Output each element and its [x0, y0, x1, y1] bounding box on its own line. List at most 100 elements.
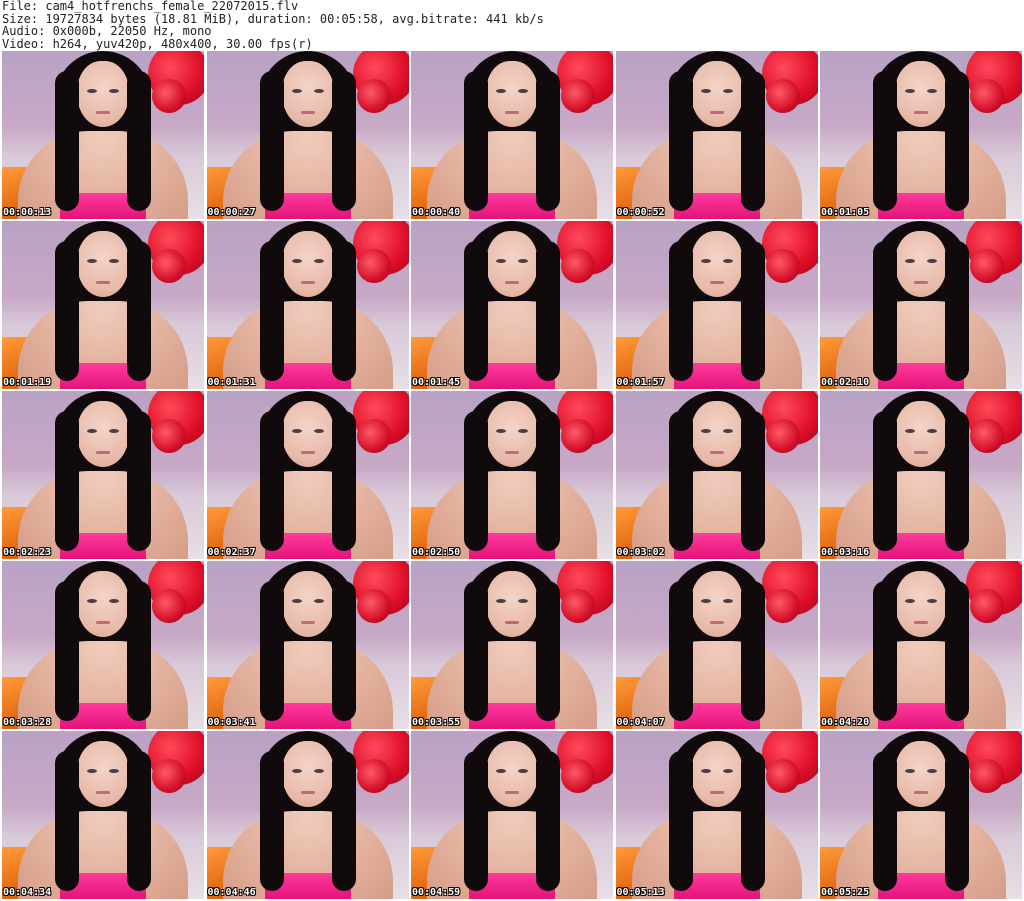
- thumbnail-timestamp: 00:01:45: [412, 377, 461, 388]
- thumbnail-timestamp: 00:00:52: [616, 207, 665, 218]
- eye: [927, 259, 937, 263]
- eye: [927, 89, 937, 93]
- mouth: [300, 791, 315, 794]
- red-decoration: [765, 759, 800, 793]
- thumbnail-timestamp: 00:00:27: [207, 207, 256, 218]
- eye: [109, 259, 119, 263]
- thumbnail-frame: 00:00:27: [206, 51, 409, 219]
- pink-top: [60, 363, 146, 389]
- red-decoration: [152, 419, 186, 453]
- pink-top: [60, 703, 146, 729]
- face: [281, 741, 334, 807]
- face: [281, 571, 334, 637]
- thumbnail-frame: 00:03:02: [615, 391, 818, 559]
- thumbnail-frame: 00:03:16: [820, 391, 1022, 559]
- eye: [927, 769, 937, 773]
- file-info-header: File: cam4_hotfrenchs_female_22072015.fl…: [2, 0, 1022, 50]
- mouth: [505, 281, 519, 284]
- red-decoration: [152, 589, 186, 623]
- pink-top: [878, 363, 964, 389]
- thumbnail-frame: 00:04:34: [2, 731, 204, 899]
- thumbnail-frame: 00:02:23: [2, 391, 204, 559]
- thumbnail-timestamp: 00:03:28: [3, 717, 52, 728]
- mouth: [709, 621, 724, 624]
- mouth: [300, 621, 315, 624]
- pink-top: [673, 703, 760, 729]
- thumbnail-grid: 00:00:13 00:00:27 00:00:40 00:00:52 00:01:05…: [2, 51, 1022, 901]
- mouth: [96, 111, 110, 114]
- red-decoration: [561, 79, 595, 113]
- mouth: [709, 111, 724, 114]
- pink-top: [469, 873, 555, 899]
- thumbnail-frame: 00:03:55: [411, 561, 613, 729]
- eye: [291, 599, 302, 603]
- face: [690, 231, 743, 297]
- mouth: [96, 791, 110, 794]
- mouth: [300, 451, 315, 454]
- pink-top: [469, 533, 555, 559]
- red-decoration: [970, 249, 1004, 283]
- mouth: [96, 451, 110, 454]
- eye: [700, 89, 711, 93]
- eye: [291, 259, 302, 263]
- thumbnail-timestamp: 00:02:50: [412, 547, 461, 558]
- red-decoration: [561, 759, 595, 793]
- face: [486, 61, 538, 127]
- red-decoration: [356, 249, 391, 283]
- pink-top: [264, 363, 351, 389]
- face: [895, 61, 947, 127]
- mouth: [709, 791, 724, 794]
- eye: [109, 429, 119, 433]
- thumbnail-timestamp: 00:00:40: [412, 207, 461, 218]
- red-decoration: [765, 589, 800, 623]
- audio-info-line: Audio: 0x000b, 22050 Hz, mono: [2, 24, 212, 38]
- red-decoration: [970, 79, 1004, 113]
- thumbnail-timestamp: 00:03:55: [412, 717, 461, 728]
- eye: [291, 769, 302, 773]
- pink-top: [673, 193, 760, 219]
- mouth: [505, 451, 519, 454]
- eye: [518, 599, 528, 603]
- eye: [291, 429, 302, 433]
- face: [486, 571, 538, 637]
- red-decoration: [765, 249, 800, 283]
- thumbnail-frame: 00:03:41: [206, 561, 409, 729]
- red-decoration: [356, 419, 391, 453]
- eye: [905, 259, 915, 263]
- red-decoration: [152, 79, 186, 113]
- eye: [927, 599, 937, 603]
- thumbnail-frame: 00:05:13: [615, 731, 818, 899]
- eye: [700, 769, 711, 773]
- face: [895, 401, 947, 467]
- thumbnail-timestamp: 00:05:25: [821, 887, 870, 898]
- mouth: [300, 111, 315, 114]
- thumbnail-frame: 00:01:45: [411, 221, 613, 389]
- mouth: [96, 281, 110, 284]
- eye: [109, 89, 119, 93]
- face: [77, 231, 129, 297]
- face: [77, 571, 129, 637]
- eye: [87, 769, 97, 773]
- mouth: [505, 621, 519, 624]
- thumbnail-timestamp: 00:02:23: [3, 547, 52, 558]
- face: [486, 401, 538, 467]
- thumbnail-frame: 00:04:59: [411, 731, 613, 899]
- mouth: [300, 281, 315, 284]
- eye: [87, 89, 97, 93]
- eye: [87, 429, 97, 433]
- mouth: [914, 451, 928, 454]
- mouth: [505, 111, 519, 114]
- pink-top: [673, 363, 760, 389]
- eye: [109, 769, 119, 773]
- thumbnail-timestamp: 00:04:20: [821, 717, 870, 728]
- pink-top: [878, 533, 964, 559]
- thumbnail-timestamp: 00:02:10: [821, 377, 870, 388]
- pink-top: [878, 703, 964, 729]
- red-decoration: [356, 79, 391, 113]
- eye: [496, 599, 506, 603]
- face: [895, 741, 947, 807]
- thumbnail-frame: 00:01:19: [2, 221, 204, 389]
- eye: [313, 599, 324, 603]
- thumbnail-frame: 00:02:37: [206, 391, 409, 559]
- red-decoration: [970, 589, 1004, 623]
